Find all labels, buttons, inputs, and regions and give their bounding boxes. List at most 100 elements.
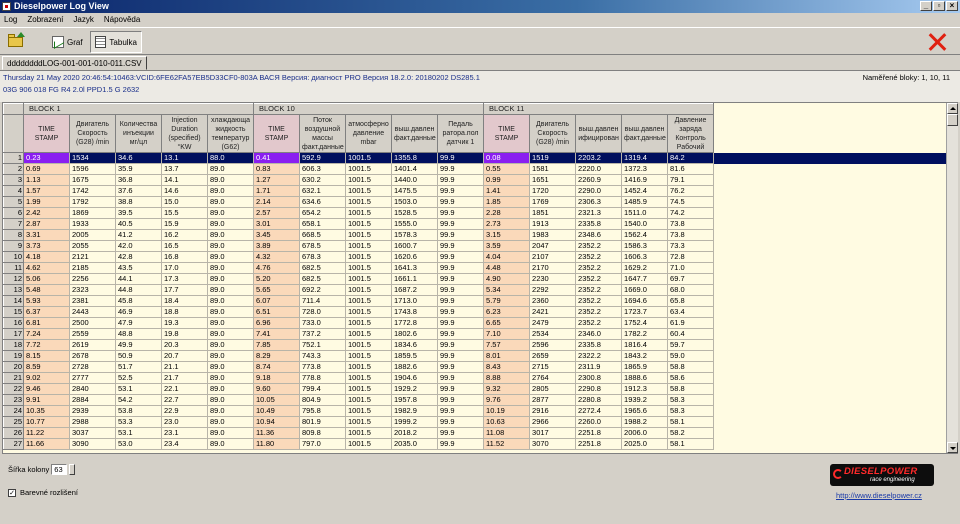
scroll-down-button[interactable] (947, 442, 958, 453)
table-row[interactable]: 23 9.91 2884 54.2 22.7 89.0 10.05 804.9 1001.5 19… (3, 394, 954, 406)
table-row[interactable]: 8 3.31 2005 41.2 16.2 89.0 3.45 668.5 1001.5 1578… (3, 229, 954, 241)
column-header[interactable]: Педаль ратора.пол датчик 1 (436, 114, 485, 153)
column-header[interactable]: TIME STAMP (483, 114, 531, 153)
value-cell: 2346.0 (575, 328, 623, 340)
window-controls: _ ▫ × (920, 1, 958, 11)
value-cell: 89.0 (207, 394, 254, 406)
timestamp-cell: 11.52 (483, 438, 531, 450)
table-row[interactable]: 5 1.99 1792 38.8 15.0 89.0 2.14 634.6 1001.5 1503… (3, 196, 954, 208)
table-row[interactable]: 10 4.18 2121 42.8 16.8 89.0 4.32 678.3 1001.5 162… (3, 251, 954, 263)
value-cell: 99.9 (436, 416, 485, 428)
table-row[interactable]: 11 4.62 2185 43.5 17.0 89.0 4.76 682.5 1001.5 164… (3, 262, 954, 274)
table-row[interactable]: 2 0.69 1596 35.9 13.7 89.0 0.83 606.3 1001.5 1401… (3, 163, 954, 175)
column-header[interactable]: TIME STAMP (253, 114, 300, 153)
value-cell: 99.9 (436, 284, 485, 296)
table-row[interactable]: 7 2.87 1933 40.5 15.9 89.0 3.01 658.1 1001.5 1555… (3, 218, 954, 230)
table-row[interactable]: 20 8.59 2728 51.7 21.1 89.0 8.74 773.8 1001.5 188… (3, 361, 954, 373)
table-row[interactable]: 13 5.48 2323 44.8 17.7 89.0 5.65 692.2 1001.5 168… (3, 284, 954, 296)
value-cell: 1540.0 (621, 218, 669, 230)
table-row[interactable]: 9 3.73 2055 42.0 16.5 89.0 3.89 678.5 1001.5 1600… (3, 240, 954, 252)
table-row[interactable]: 3 1.13 1675 36.8 14.1 89.0 1.27 630.2 1001.5 1440… (3, 174, 954, 186)
column-header[interactable]: Давление заряда Контроль Рабочий (667, 114, 715, 153)
table-row[interactable]: 6 2.42 1869 39.5 15.5 89.0 2.57 654.2 1001.5 1528… (3, 207, 954, 219)
value-cell: 1792 (69, 196, 116, 208)
column-header[interactable]: Двигатель Скорость (G28) /min (529, 114, 577, 153)
value-cell: 53.1 (115, 427, 162, 439)
table-row[interactable]: 25 10.77 2988 53.3 23.0 89.0 10.94 801.9 1001.5 1… (3, 416, 954, 428)
column-header[interactable]: Количества инъекции мг/цл (115, 114, 162, 153)
file-tab[interactable]: ddddddddLOG-001-001-010-011.CSV (2, 56, 147, 70)
open-folder-icon[interactable] (8, 32, 25, 47)
value-cell: 2596 (529, 339, 577, 351)
table-row[interactable]: 4 1.57 1742 37.6 14.6 89.0 1.71 632.1 1001.5 1475… (3, 185, 954, 197)
value-cell: 20.3 (161, 339, 208, 351)
table-row[interactable]: 27 11.66 3090 53.0 23.4 89.0 11.80 797.0 1001.5 2… (3, 438, 954, 450)
menu-view[interactable]: Zobrazení (27, 13, 63, 26)
row-number: 15 (3, 306, 24, 318)
table-row[interactable]: 15 6.37 2443 46.9 18.8 89.0 6.51 728.0 1001.5 174… (3, 306, 954, 318)
value-cell: 678.5 (299, 240, 346, 252)
table-row[interactable]: 14 5.93 2381 45.8 18.4 89.0 6.07 711.4 1001.5 171… (3, 295, 954, 307)
value-cell: 2939 (69, 405, 116, 417)
value-cell: 89.0 (207, 251, 254, 263)
graf-button[interactable]: Graf (48, 31, 88, 53)
timestamp-cell: 2.14 (253, 196, 300, 208)
value-cell: 1001.5 (345, 361, 392, 373)
value-cell: 42.8 (115, 251, 162, 263)
value-cell: 728.0 (299, 306, 346, 318)
empty-cell (713, 163, 954, 175)
empty-cell (713, 152, 954, 164)
value-cell: 1416.9 (621, 174, 669, 186)
column-width-input[interactable]: 63 (51, 464, 68, 475)
close-icon[interactable] (928, 33, 946, 51)
table-row[interactable]: 21 9.02 2777 52.5 21.7 89.0 9.18 778.8 1001.5 190… (3, 372, 954, 384)
table-row[interactable]: 17 7.24 2559 48.8 19.8 89.0 7.41 737.2 1001.5 180… (3, 328, 954, 340)
vertical-scrollbar[interactable] (946, 103, 958, 453)
empty-cell (713, 240, 954, 252)
scroll-up-button[interactable] (947, 103, 958, 114)
timestamp-cell: 9.18 (253, 372, 300, 384)
maximize-button[interactable]: ▫ (933, 1, 945, 11)
data-grid[interactable]: BLOCK 1 BLOCK 10 BLOCK 11 TIME STAMP Двигат… (2, 102, 958, 454)
column-header[interactable]: выш.давлен факт.данные (621, 114, 669, 153)
column-header[interactable]: Двигатель Скорость (G28) /min (69, 114, 116, 153)
value-cell: 72.8 (667, 251, 715, 263)
value-cell: 89.0 (207, 262, 254, 274)
column-header[interactable]: хлаждающа жидкость температур (G62) (207, 114, 254, 153)
menu-log[interactable]: Log (4, 13, 17, 26)
table-row[interactable]: 12 5.06 2256 44.1 17.3 89.0 5.20 682.5 1001.5 166… (3, 273, 954, 285)
value-cell: 2534 (529, 328, 577, 340)
minimize-button[interactable]: _ (920, 1, 932, 11)
column-header[interactable]: атмосферно давление mbar (345, 114, 392, 153)
menu-help[interactable]: Nápověda (104, 13, 140, 26)
table-row[interactable]: 19 8.15 2678 50.9 20.7 89.0 8.29 743.3 1001.5 185… (3, 350, 954, 362)
timestamp-cell: 7.10 (483, 328, 531, 340)
value-cell: 1001.5 (345, 416, 392, 428)
value-cell: 1647.7 (621, 273, 669, 285)
column-header[interactable]: TIME STAMP (23, 114, 70, 153)
close-window-button[interactable]: × (946, 1, 958, 11)
dieselpower-logo: DIESELPOWER race engineering (830, 464, 934, 486)
table-row[interactable]: 24 10.35 2939 53.8 22.9 89.0 10.49 795.8 1001.5 1… (3, 405, 954, 417)
scroll-thumb[interactable] (947, 114, 958, 126)
table-row[interactable]: 16 6.81 2500 47.9 19.3 89.0 6.96 733.0 1001.5 177… (3, 317, 954, 329)
website-link[interactable]: http://www.dieselpower.cz (836, 491, 922, 500)
menu-language[interactable]: Jazyk (73, 13, 93, 26)
table-row[interactable]: 1 0.23 1534 34.6 13.1 88.0 0.41 592.9 1001.5 1355… (3, 152, 954, 164)
column-header[interactable]: Injection Duration (specified) °KW (161, 114, 208, 153)
value-cell: 99.9 (436, 383, 485, 395)
value-cell: 1001.5 (345, 295, 392, 307)
tabulka-button[interactable]: Tabulka (90, 31, 142, 53)
column-width-stepper[interactable] (69, 464, 76, 475)
table-row[interactable]: 22 9.46 2840 53.1 22.1 89.0 9.60 799.4 1001.5 192… (3, 383, 954, 395)
column-header[interactable]: выш.давлен факт.данные (391, 114, 438, 153)
column-header[interactable]: выш.давлен ифицирован (575, 114, 623, 153)
row-number: 16 (3, 317, 24, 329)
colored-checkbox[interactable]: ✓ (8, 488, 16, 497)
timestamp-cell: 7.85 (253, 339, 300, 351)
table-row[interactable]: 18 7.72 2619 49.9 20.3 89.0 7.85 752.1 1001.5 183… (3, 339, 954, 351)
timestamp-cell: 4.62 (23, 262, 70, 274)
table-row[interactable]: 26 11.22 3037 53.1 23.1 89.0 11.36 809.8 1001.5 2… (3, 427, 954, 439)
column-header[interactable]: Поток воздушной массы факт.данные (299, 114, 346, 153)
value-cell: 89.0 (207, 218, 254, 230)
